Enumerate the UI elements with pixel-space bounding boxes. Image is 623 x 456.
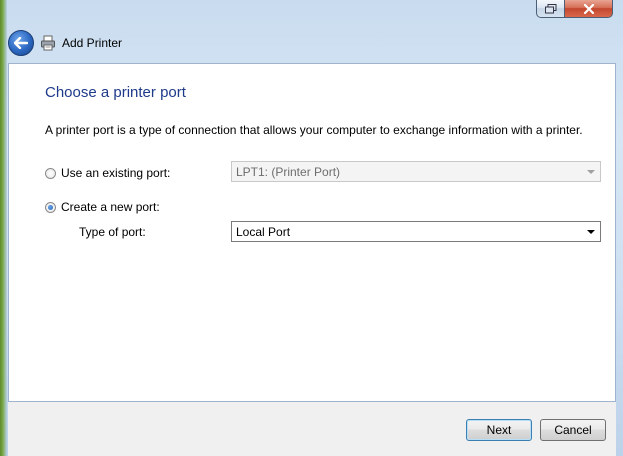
create-new-port-option[interactable]: Create a new port:: [45, 200, 160, 214]
cancel-button[interactable]: Cancel: [540, 419, 606, 441]
printer-icon: [41, 35, 55, 51]
window-frame-edge: [0, 0, 7, 456]
port-type-value: Local Port: [236, 224, 291, 239]
chevron-down-icon: [587, 230, 595, 234]
existing-port-value: LPT1: (Printer Port): [236, 164, 341, 179]
restore-icon: [544, 3, 556, 13]
back-button[interactable]: [8, 30, 34, 56]
wizard-header: Add Printer: [8, 26, 122, 60]
use-existing-port-radio[interactable]: [45, 167, 56, 179]
use-existing-port-option[interactable]: Use an existing port:: [45, 166, 170, 180]
chevron-down-icon: [587, 170, 595, 174]
type-of-port-label: Type of port:: [79, 225, 146, 239]
use-existing-port-label: Use an existing port:: [61, 166, 171, 180]
caption-buttons: [536, 0, 613, 18]
back-arrow-icon: [14, 37, 28, 49]
next-button[interactable]: Next: [466, 419, 532, 441]
window-title: Add Printer: [62, 36, 123, 50]
create-new-port-radio[interactable]: [45, 201, 56, 213]
existing-port-select[interactable]: LPT1: (Printer Port): [231, 161, 601, 182]
wizard-content: Choose a printer port A printer port is …: [8, 63, 616, 402]
create-new-port-label: Create a new port:: [61, 200, 160, 214]
close-icon: [583, 3, 594, 14]
port-type-select[interactable]: Local Port: [231, 221, 601, 242]
page-heading: Choose a printer port: [45, 84, 186, 101]
page-description: A printer port is a type of connection t…: [45, 123, 583, 137]
close-button[interactable]: [565, 0, 613, 18]
add-printer-window: Add Printer Choose a printer port A prin…: [0, 0, 623, 456]
type-of-port-row: Type of port:: [79, 225, 146, 239]
restore-button[interactable]: [536, 0, 565, 18]
wizard-footer: Next Cancel: [8, 402, 616, 456]
